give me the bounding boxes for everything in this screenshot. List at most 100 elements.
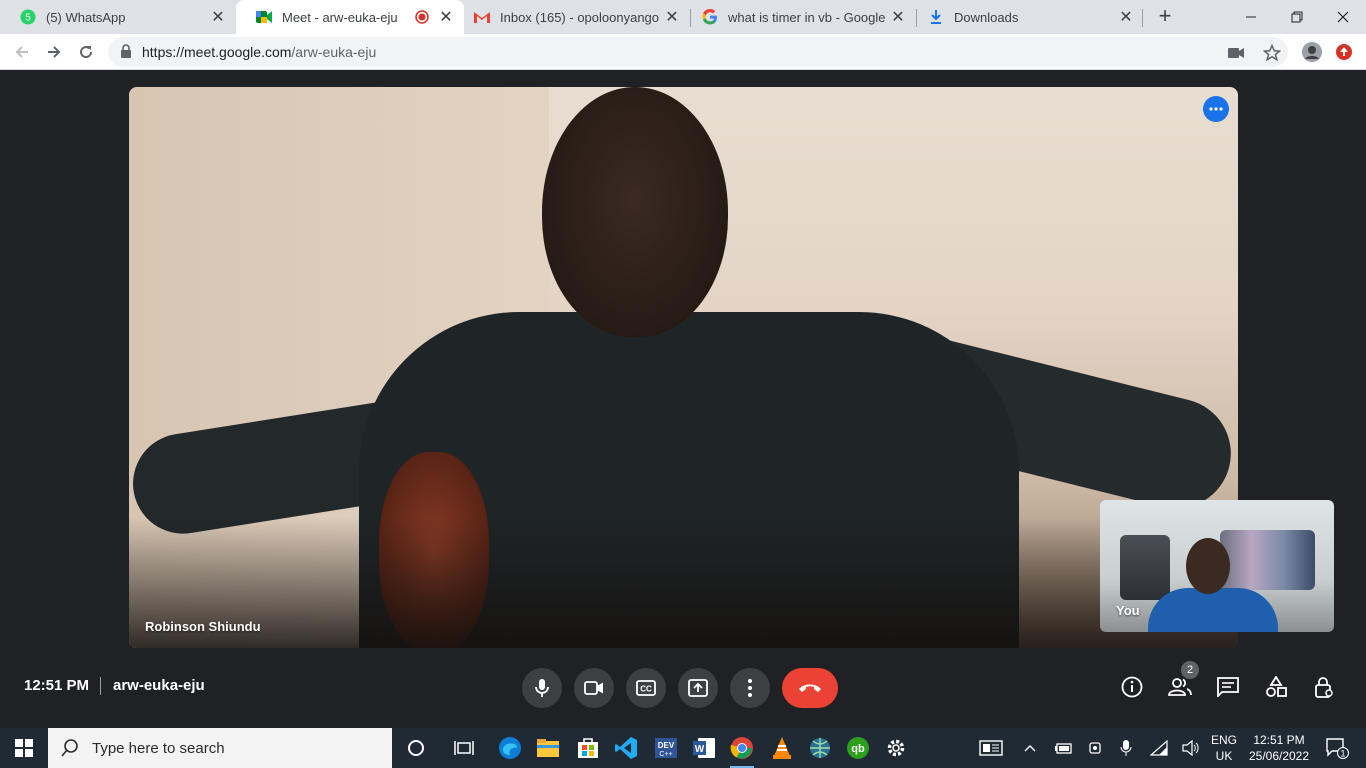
microphone-button[interactable] [522, 668, 562, 708]
more-options-button[interactable] [1203, 96, 1229, 122]
wifi-icon[interactable] [1146, 728, 1172, 768]
back-button[interactable] [10, 40, 34, 64]
tab-downloads[interactable]: Downloads ✕ [916, 0, 1144, 34]
videocam-icon [584, 681, 603, 695]
windows-taskbar: Type here to search DEV C++ W qb ENG UK … [0, 728, 1366, 768]
taskbar-search-box[interactable]: Type here to search [48, 728, 392, 768]
captions-button[interactable]: CC [626, 668, 666, 708]
present-to-all-icon [688, 679, 708, 697]
minimize-button[interactable] [1228, 0, 1274, 34]
input-language[interactable]: ENG UK [1208, 732, 1240, 764]
notification-center-icon[interactable]: 1 [1320, 728, 1354, 768]
notification-count: 1 [1340, 749, 1345, 759]
more-horiz-icon [1209, 107, 1223, 111]
tab-gmail[interactable]: Inbox (165) - opoloonyango ✕ [464, 0, 690, 34]
tab-google-search[interactable]: what is timer in vb - Google ✕ [690, 0, 916, 34]
microphone-tray-icon[interactable] [1114, 728, 1138, 768]
participant-name: Robinson Shiundu [145, 619, 261, 634]
info-icon [1121, 676, 1143, 698]
whatsapp-badge: 5 [25, 13, 31, 24]
url-text[interactable]: https://meet.google.com/arw-euka-eju [142, 44, 376, 60]
vscode-icon[interactable] [610, 732, 642, 764]
arrow-right-icon [48, 46, 61, 58]
network-app-icon[interactable] [804, 732, 836, 764]
profile-avatar[interactable] [1300, 40, 1324, 64]
forward-button[interactable] [42, 40, 66, 64]
meeting-details-button[interactable] [1118, 673, 1146, 701]
gmail-icon [474, 9, 490, 25]
self-view-video[interactable]: You [1100, 500, 1334, 632]
restore-button[interactable] [1274, 0, 1320, 34]
address-bar[interactable]: https://meet.google.com/arw-euka-eju [108, 37, 1288, 67]
tab-meet[interactable]: Meet - arw-euka-eju ✕ [236, 0, 464, 34]
edge-icon[interactable] [494, 732, 526, 764]
tab-separator [1142, 9, 1143, 27]
svg-text:DEV: DEV [658, 741, 675, 750]
task-view-icon[interactable] [448, 732, 480, 764]
clock-date: 25/06/2022 [1248, 749, 1310, 763]
svg-text:W: W [695, 744, 705, 755]
close-icon[interactable]: ✕ [1118, 9, 1134, 26]
vlc-icon[interactable] [766, 732, 798, 764]
camera-tray-icon[interactable] [1082, 728, 1108, 768]
tab-whatsapp[interactable]: 5 (5) WhatsApp ✕ [0, 0, 236, 34]
close-icon[interactable]: ✕ [664, 9, 680, 26]
download-icon [928, 9, 944, 25]
url-host: https://meet.google.com [142, 44, 292, 60]
update-icon[interactable] [1332, 40, 1356, 64]
word-icon[interactable]: W [688, 732, 720, 764]
reload-button[interactable] [74, 40, 98, 64]
new-tab-button[interactable]: + [1152, 5, 1178, 29]
leave-call-button[interactable] [782, 668, 838, 708]
tab-title: (5) WhatsApp [46, 9, 126, 25]
captions-icon: CC [636, 680, 656, 696]
start-button[interactable] [0, 728, 48, 768]
chat-icon [1217, 677, 1239, 697]
chrome-icon[interactable] [726, 732, 758, 768]
participant-count-badge: 2 [1181, 661, 1199, 679]
activities-button[interactable] [1262, 673, 1290, 701]
star-icon[interactable] [1262, 43, 1282, 63]
meet-icon [256, 9, 272, 25]
cortana-icon[interactable] [400, 732, 432, 764]
meeting-code: arw-euka-eju [113, 677, 205, 694]
people-icon [1168, 678, 1192, 696]
meet-stage: Robinson Shiundu You 12:51 PM arw-euka-e… [0, 71, 1366, 728]
camera-button[interactable] [574, 668, 614, 708]
url-path: /arw-euka-eju [291, 44, 377, 60]
microsoft-store-icon[interactable] [572, 732, 604, 764]
more-actions-button[interactable] [730, 668, 770, 708]
svg-text:C++: C++ [659, 751, 672, 758]
svg-text:qb: qb [851, 743, 865, 755]
tab-title: what is timer in vb - Google [728, 9, 886, 25]
lock-icon[interactable] [120, 44, 132, 63]
battery-icon[interactable] [1050, 728, 1076, 768]
news-widget-icon[interactable] [974, 728, 1008, 768]
self-view-label: You [1116, 603, 1140, 618]
close-window-button[interactable] [1320, 0, 1366, 34]
google-icon [702, 9, 718, 25]
more-vert-icon [748, 679, 752, 697]
clock-time: 12:51 PM [1253, 733, 1305, 747]
camera-indicator-icon[interactable] [1226, 43, 1246, 63]
settings-icon[interactable] [880, 732, 912, 764]
chat-button[interactable] [1214, 673, 1242, 701]
close-icon[interactable]: ✕ [438, 9, 454, 26]
call-end-icon [799, 684, 821, 692]
close-icon[interactable]: ✕ [210, 9, 226, 26]
volume-icon[interactable] [1178, 728, 1204, 768]
file-explorer-icon[interactable] [532, 732, 564, 764]
chevron-up-icon[interactable] [1018, 728, 1042, 768]
system-clock[interactable]: 12:51 PM 25/06/2022 [1244, 732, 1314, 764]
devc-icon[interactable]: DEV C++ [650, 732, 682, 764]
divider [100, 677, 101, 695]
close-icon[interactable]: ✕ [890, 9, 906, 26]
host-controls-button[interactable] [1310, 673, 1338, 701]
tab-title: Meet - arw-euka-eju [282, 9, 398, 25]
quickbooks-icon[interactable]: qb [842, 732, 874, 764]
main-participant-video[interactable]: Robinson Shiundu [129, 87, 1238, 648]
whatsapp-icon: 5 [20, 9, 36, 25]
search-placeholder: Type here to search [92, 739, 225, 757]
activities-icon [1266, 676, 1287, 697]
present-screen-button[interactable] [678, 668, 718, 708]
